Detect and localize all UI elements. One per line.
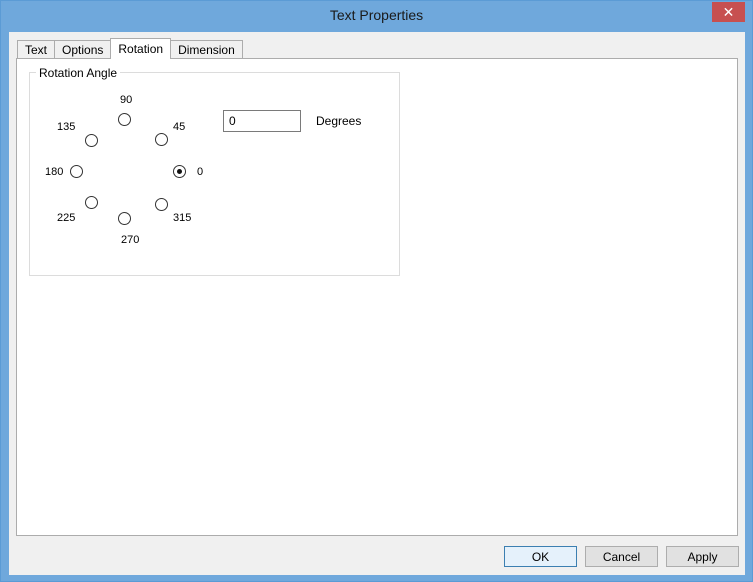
angle-0-radio[interactable] — [173, 165, 186, 178]
tab-dimension[interactable]: Dimension — [170, 40, 243, 59]
angle-135-label: 135 — [57, 121, 76, 133]
degrees-label: Degrees — [316, 114, 362, 128]
angle-270-radio[interactable] — [118, 212, 131, 225]
group-label: Rotation Angle — [36, 66, 121, 80]
angle-90-radio[interactable] — [118, 113, 131, 126]
angle-225-label: 225 — [57, 212, 76, 224]
rotation-angle-group: Rotation Angle 90 45 0 315 270 225 180 1… — [29, 66, 400, 276]
rotation-tab-panel: Rotation Angle 90 45 0 315 270 225 180 1… — [16, 58, 738, 536]
close-icon: ✕ — [722, 3, 735, 20]
tab-text[interactable]: Text — [17, 40, 56, 59]
dialog-client: Text Options Rotation Dimension Rotation… — [9, 32, 745, 575]
cancel-button[interactable]: Cancel — [585, 546, 658, 567]
angle-45-radio[interactable] — [155, 133, 168, 146]
apply-button[interactable]: Apply — [666, 546, 739, 567]
angle-225-radio[interactable] — [85, 196, 98, 209]
tab-rotation[interactable]: Rotation — [110, 38, 172, 59]
angle-135-radio[interactable] — [85, 134, 98, 147]
tab-strip: Text Options Rotation Dimension — [17, 38, 243, 59]
dialog-window: Text Properties ✕ Text Options Rotation … — [0, 0, 753, 582]
angle-0-label: 0 — [197, 166, 204, 178]
degrees-input[interactable] — [223, 110, 301, 132]
angle-180-label: 180 — [45, 166, 64, 178]
tab-options[interactable]: Options — [54, 40, 112, 59]
angle-270-label: 270 — [121, 234, 140, 246]
angle-45-label: 45 — [173, 121, 186, 133]
angle-90-label: 90 — [120, 94, 133, 106]
angle-180-radio[interactable] — [70, 165, 83, 178]
title-bar[interactable]: Text Properties ✕ — [1, 1, 752, 32]
ok-button[interactable]: OK — [504, 546, 577, 567]
close-button[interactable]: ✕ — [712, 2, 745, 22]
angle-315-radio[interactable] — [155, 198, 168, 211]
angle-315-label: 315 — [173, 212, 192, 224]
window-title: Text Properties — [329, 7, 424, 23]
